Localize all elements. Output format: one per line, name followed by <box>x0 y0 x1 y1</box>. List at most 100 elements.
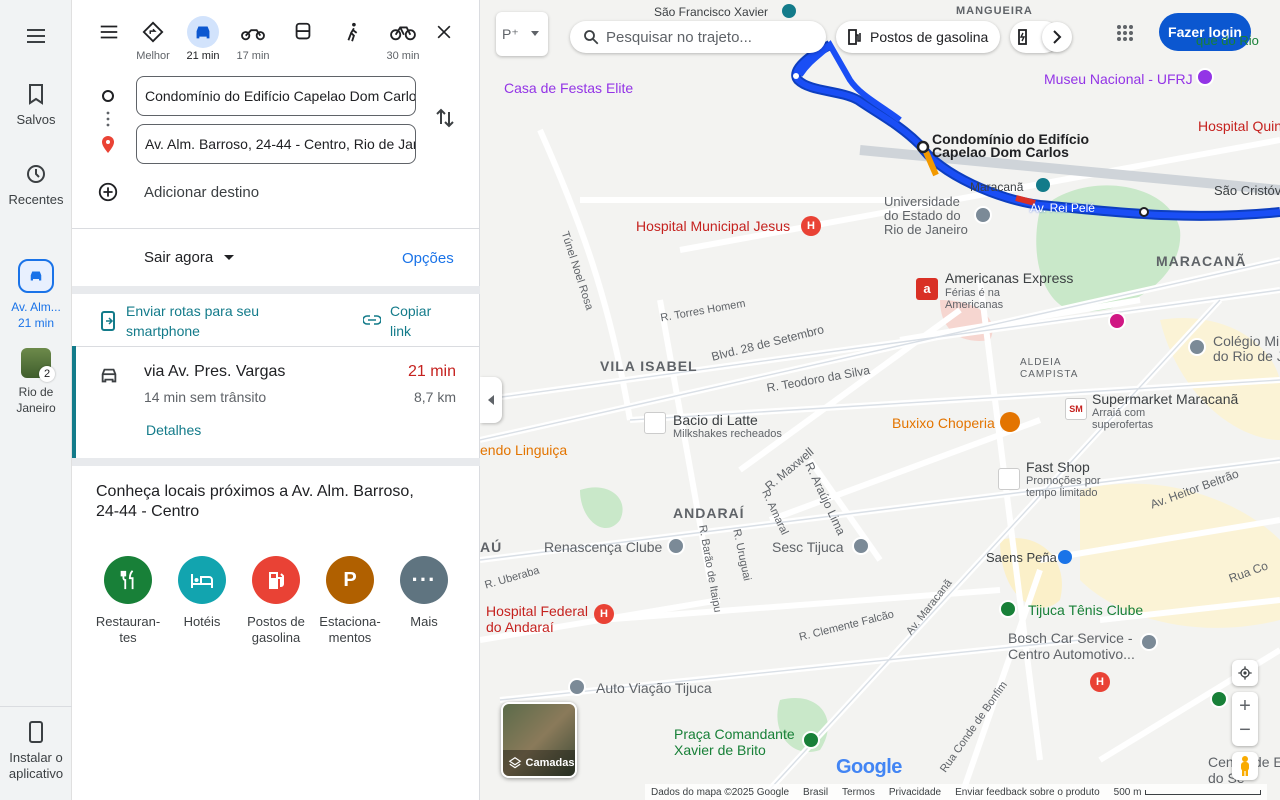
train-station-marker[interactable] <box>782 4 796 18</box>
poi-supermarket[interactable]: Supermarket Maracanã <box>1092 391 1238 407</box>
poi-praca-xavier[interactable]: Praça Comandante Xavier de Brito <box>674 726 795 758</box>
map-label: São Cristóvão <box>1214 183 1280 198</box>
chips-scroll-right[interactable] <box>1042 22 1072 52</box>
poi-linguica[interactable]: endo Linguiça <box>480 442 567 458</box>
apps-grid-icon[interactable] <box>1116 24 1134 42</box>
poi-bosch[interactable]: Bosch Car Service - Centro Automotivo... <box>1008 630 1135 662</box>
route-search-box[interactable]: Pesquisar no trajeto... <box>570 21 826 53</box>
university-marker[interactable] <box>974 206 992 224</box>
origin-marker[interactable] <box>916 140 930 154</box>
footer-feedback[interactable]: Enviar feedback sobre o produto <box>955 787 1100 798</box>
poi-renascenca[interactable]: Renascença Clube <box>544 539 662 555</box>
poi-auto-viacao[interactable]: Auto Viação Tijuca <box>596 680 712 696</box>
menu-button-panel[interactable] <box>84 14 134 50</box>
mode-best[interactable]: Melhor <box>128 14 178 62</box>
hospital-marker[interactable]: H <box>594 604 614 624</box>
poi-hospital-quinta[interactable]: Hospital Quint <box>1198 118 1280 134</box>
sesc-marker[interactable] <box>852 537 870 555</box>
poi-bacio-di-latte[interactable]: Bacio di Latte <box>673 412 758 428</box>
nearby-hotels[interactable]: Hotéis <box>166 556 238 630</box>
park-marker[interactable] <box>802 731 820 749</box>
nearby-gas-stations[interactable]: Postos de gasolina <box>240 556 312 646</box>
copy-link-button[interactable]: Copiar link <box>390 301 431 341</box>
supermarket-sub-1: Arraiá com <box>1092 407 1146 419</box>
origin-input[interactable]: Condomínio do Edifício Capelao Dom Carlo… <box>136 76 416 116</box>
send-to-phone-link[interactable]: Enviar rotas para seu smartphone <box>126 301 259 341</box>
poi-uerj[interactable]: Universidade do Estado do Rio de Janeiro <box>884 195 968 237</box>
motorcycle-icon <box>241 29 265 41</box>
gas-station-chip[interactable]: Postos de gasolina <box>836 21 1001 53</box>
hospital-marker[interactable]: H <box>801 216 821 236</box>
origin-label[interactable]: Condomínio do Edifício Capelao Dom Carlo… <box>932 132 1089 160</box>
poi-fast-shop[interactable]: Fast Shop <box>1026 459 1090 475</box>
parking-filter-button[interactable]: P⁺ <box>496 12 548 56</box>
menu-button[interactable] <box>0 24 72 54</box>
add-destination-label[interactable]: Adicionar destino <box>144 184 259 201</box>
link-icon <box>363 315 381 325</box>
metro-station-marker[interactable] <box>1036 178 1050 192</box>
recent-route-item[interactable]: Av. Alm... 21 min <box>0 259 72 331</box>
school-marker[interactable] <box>1188 338 1206 356</box>
add-circle-icon[interactable] <box>97 181 119 203</box>
recent-button[interactable]: Recentes <box>0 162 72 207</box>
options-button[interactable]: Opções <box>402 250 454 267</box>
map-canvas[interactable]: P⁺ Pesquisar no trajeto... Postos de gas… <box>480 0 1280 800</box>
poi-tijuca-tenis[interactable]: Tijuca Tênis Clube <box>1028 602 1143 618</box>
station-saens-pena[interactable]: Saens Peña <box>986 550 1057 565</box>
footer-privacy[interactable]: Privacidade <box>889 787 941 798</box>
poi-casa-festas[interactable]: Casa de Festas Elite <box>504 80 633 96</box>
poi-hospital-federal[interactable]: Hospital Federal do Andaraí <box>486 603 588 635</box>
nearby-more[interactable]: ··· Mais <box>388 556 460 630</box>
americanas-marker[interactable]: a <box>916 278 938 300</box>
fast-shop-marker[interactable] <box>998 468 1020 490</box>
route-dot <box>793 73 799 79</box>
poi-colegio[interactable]: Colégio Mi do Rio de J <box>1213 334 1280 364</box>
tennis-club-marker[interactable] <box>999 600 1017 618</box>
route-details-button[interactable]: Detalhes <box>146 422 201 438</box>
poi-buxixo[interactable]: Buxixo Choperia <box>892 415 995 431</box>
collapse-panel-button[interactable] <box>480 377 502 423</box>
my-location-button[interactable] <box>1232 660 1258 686</box>
zoom-in-button[interactable]: + <box>1239 693 1251 719</box>
route-option-card[interactable]: via Av. Pres. Vargas 21 min 14 min sem t… <box>72 346 480 458</box>
supermarket-marker[interactable]: SM <box>1065 398 1087 420</box>
close-directions-button[interactable] <box>419 14 469 50</box>
park-marker[interactable] <box>1210 690 1228 708</box>
nearby-parking[interactable]: P Estaciona- mentos <box>314 556 386 646</box>
zoom-out-button[interactable]: − <box>1239 719 1251 745</box>
car-service-marker[interactable] <box>1140 633 1158 651</box>
origin-label-2: Capelao Dom Carlos <box>932 144 1069 160</box>
mode-walk[interactable] <box>328 14 378 50</box>
bar-marker[interactable] <box>1000 412 1020 432</box>
destination-input[interactable]: Av. Alm. Barroso, 24-44 - Centro, Rio de… <box>136 124 416 164</box>
swap-icon[interactable] <box>433 106 457 130</box>
leave-now-dropdown[interactable]: Sair agora <box>144 249 235 266</box>
museum-marker[interactable] <box>1196 68 1214 86</box>
saved-button[interactable]: Salvos <box>0 82 72 127</box>
poi-museu-nacional[interactable]: Museu Nacional - UFRJ <box>1044 71 1193 87</box>
street-view-pegman[interactable] <box>1232 752 1258 780</box>
footer-terms[interactable]: Termos <box>842 787 875 798</box>
poi-americanas[interactable]: Americanas Express <box>945 270 1073 286</box>
bus-company-marker[interactable] <box>568 678 586 696</box>
metro-station-marker[interactable] <box>1058 550 1072 564</box>
car-icon <box>101 368 117 383</box>
station-maracana[interactable]: Maracanã <box>970 180 1023 194</box>
bacio-marker[interactable] <box>644 412 666 434</box>
layers-button[interactable]: Camadas <box>501 702 577 778</box>
mode-car[interactable]: 21 min <box>178 14 228 62</box>
mode-transit[interactable] <box>278 14 328 50</box>
install-app-button[interactable]: Instalar o aplicativo <box>0 720 72 782</box>
section-divider <box>72 458 480 466</box>
hospital-marker[interactable]: H <box>1090 672 1110 692</box>
poi-hospital-jesus[interactable]: Hospital Municipal Jesus <box>636 218 790 234</box>
recent-place-item[interactable]: 2 Rio de Janeiro <box>0 348 72 416</box>
footer-scale[interactable]: 500 m <box>1114 787 1262 798</box>
venue-marker[interactable] <box>1108 312 1126 330</box>
club-marker[interactable] <box>667 537 685 555</box>
nearby-restaurants[interactable]: Restauran- tes <box>92 556 164 646</box>
mode-bike-time: 30 min <box>386 50 420 62</box>
poi-sesc[interactable]: Sesc Tijuca <box>772 539 844 555</box>
mode-motorcycle[interactable]: 17 min <box>228 14 278 62</box>
footer-country[interactable]: Brasil <box>803 787 828 798</box>
